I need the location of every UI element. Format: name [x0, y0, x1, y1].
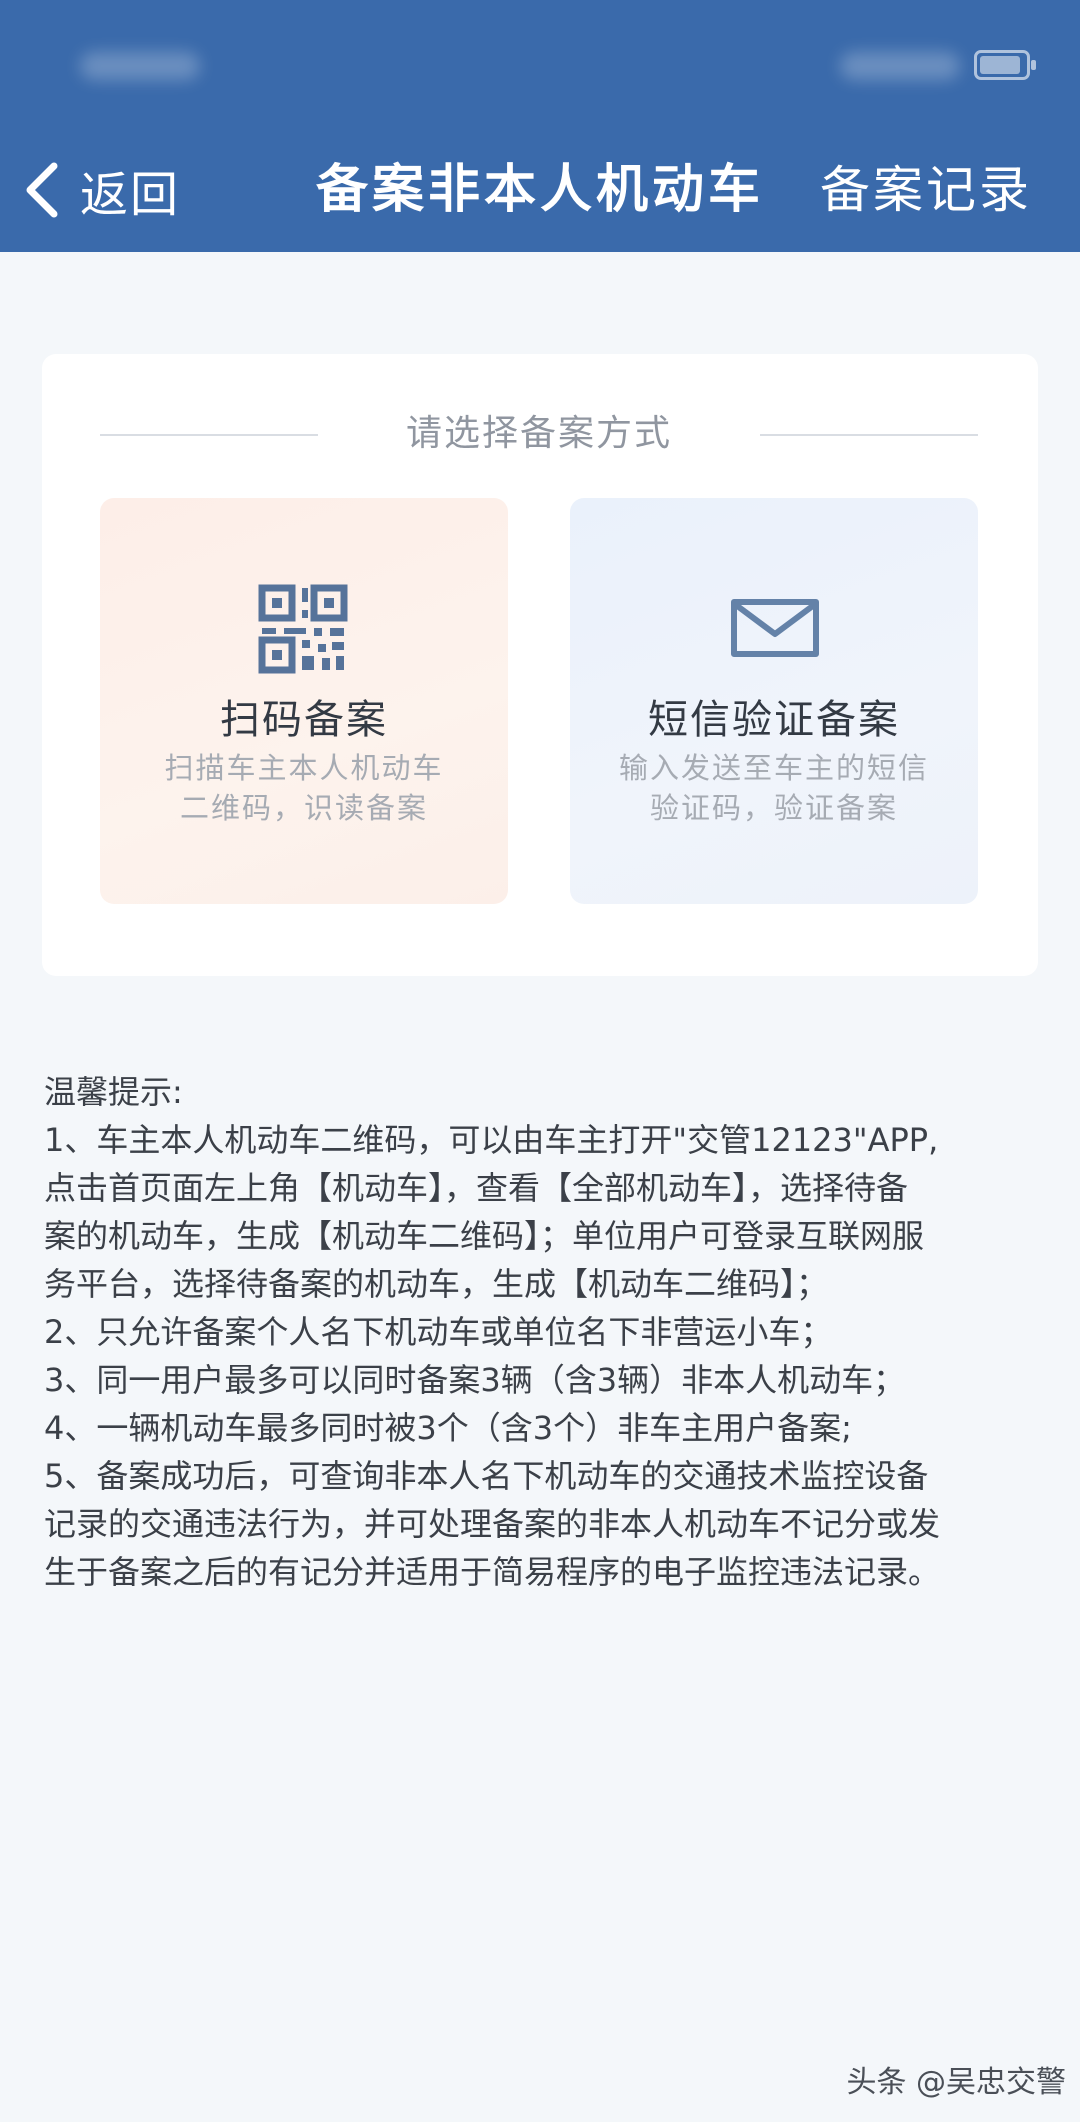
qr-code-icon: [258, 584, 348, 674]
header: 返回 备案非本人机动车 备案记录: [0, 0, 1080, 252]
scan-code-option[interactable]: 扫码备案 扫描车主本人机动车 二维码，识读备案: [100, 498, 508, 904]
option-description: 验证码，验证备案: [649, 791, 898, 825]
status-bar-right-info: [840, 52, 960, 80]
battery-level: [980, 56, 1020, 74]
records-button[interactable]: 备案记录: [820, 140, 1032, 240]
tips-line: 4、一辆机动车最多同时被3个（含3个）非车主用户备案;: [44, 1409, 852, 1447]
nav-bar: 返回 备案非本人机动车 备案记录: [0, 140, 1080, 240]
tips-line: 3、同一用户最多可以同时备案3辆（含3辆）非本人机动车；: [44, 1361, 906, 1399]
divider: [760, 434, 978, 436]
back-button[interactable]: 返回: [22, 140, 192, 240]
sms-verification-option[interactable]: 短信验证备案 输入发送至车主的短信 验证码，验证备案: [570, 498, 978, 904]
tips-line: 记录的交通违法行为，并可处理备案的非本人机动车不记分或发: [44, 1505, 941, 1543]
battery-icon: [974, 50, 1036, 80]
method-card: 请选择备案方式 扫码备案 扫描车主本人机动车 二维码，识读备案 短信验证备案 输…: [42, 354, 1038, 976]
tips-line: 生于备案之后的有记分并适用于简易程序的电子监控违法记录。: [44, 1553, 941, 1591]
envelope-icon: [731, 599, 819, 657]
option-title: 短信验证备案: [648, 697, 900, 743]
divider: [100, 434, 318, 436]
back-label: 返回: [80, 167, 181, 223]
option-description: 二维码，识读备案: [179, 791, 428, 825]
tips-line: 点击首页面左上角【机动车】，查看【全部机动车】，选择待备: [44, 1169, 909, 1207]
tips-line: 1、车主本人机动车二维码，可以由车主打开"交管12123"APP,: [44, 1121, 939, 1159]
option-description: 扫描车主本人机动车: [164, 751, 444, 785]
option-title: 扫码备案: [220, 697, 388, 743]
tips-section: 温馨提示: 1、车主本人机动车二维码，可以由车主打开"交管12123"APP, …: [44, 1068, 1044, 1596]
tips-line: 2、只允许备案个人名下机动车或单位名下非营运小车；: [44, 1313, 833, 1351]
section-heading-text: 请选择备案方式: [405, 413, 672, 454]
page: 返回 备案非本人机动车 备案记录 请选择备案方式 扫码备案 扫描车主本人机动车 …: [0, 0, 1080, 2122]
tips-line: 5、备案成功后，可查询非本人名下机动车的交通技术监控设备: [44, 1457, 929, 1495]
option-description: 输入发送至车主的短信: [618, 751, 929, 785]
chevron-left-icon: [26, 162, 58, 218]
status-bar-left-info: [80, 52, 200, 80]
tips-line: 务平台，选择待备案的机动车，生成【机动车二维码】；: [44, 1265, 829, 1303]
tips-line: 案的机动车，生成【机动车二维码】；单位用户可登录互联网服: [44, 1217, 925, 1255]
watermark: 头条 @吴忠交警: [846, 2065, 1066, 2100]
page-title: 备案非本人机动车: [315, 160, 764, 220]
tips-heading: 温馨提示:: [44, 1073, 183, 1111]
status-bar: [0, 0, 1080, 120]
section-heading: 请选择备案方式: [42, 404, 1038, 464]
